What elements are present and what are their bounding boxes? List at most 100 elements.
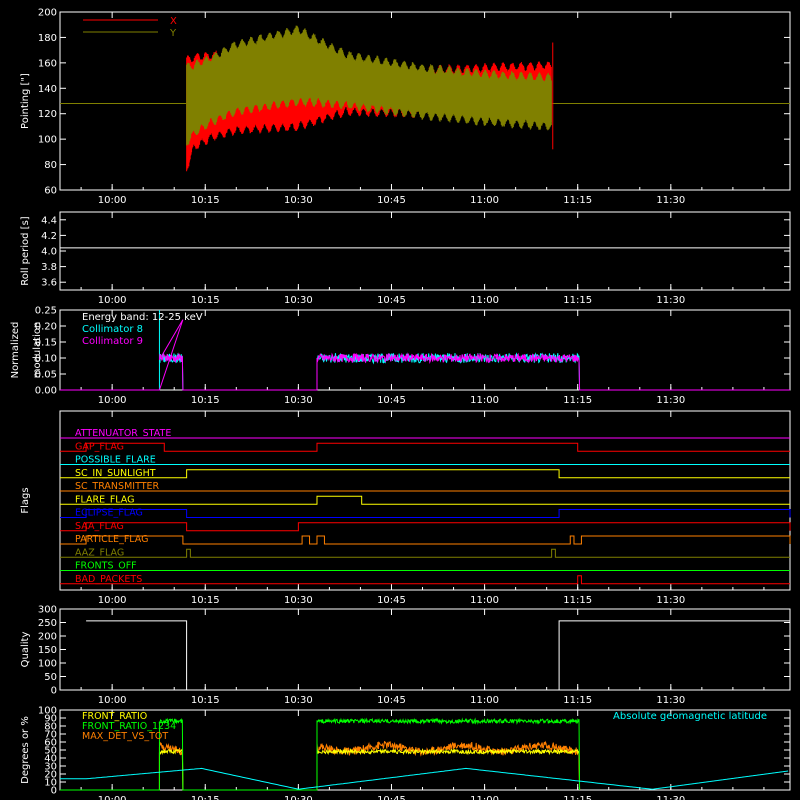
- flag-label-attenuator-state: ATTENUATOR_STATE: [75, 428, 171, 439]
- x-tick-label: 10:15: [191, 395, 220, 406]
- x-tick-label: 10:15: [191, 295, 220, 306]
- flag-label-gap-flag: GAP_FLAG: [75, 441, 124, 452]
- y-axis-label: Degrees or %: [20, 716, 31, 784]
- x-tick-label: 10:45: [377, 795, 406, 800]
- flag-line-bad-packets: [60, 575, 790, 585]
- panel-1: 10:00 10:15 10:30 10:45 11:00 11:15 11:30 Point…: [20, 8, 791, 206]
- y-tick-label: 0.00: [35, 386, 57, 397]
- y-tick-label: 200: [38, 632, 57, 643]
- panel-5: 10:00 10:15 10:30 10:45 11:00 11:15 11:30 Quali…: [20, 605, 791, 706]
- y-tick-label: 160: [38, 58, 57, 69]
- x-tick-label: 11:15: [563, 795, 592, 800]
- x-tick-label: 10:30: [284, 195, 313, 206]
- y-tick-label: 100: [38, 706, 57, 717]
- x-tick-label: 11:30: [656, 395, 685, 406]
- x-tick-label: 10:45: [377, 195, 406, 206]
- quality-line: [86, 620, 790, 691]
- panel-3: 10:00 10:15 10:30 10:45 11:00 11:15 11:30 Norma…: [10, 306, 791, 406]
- x-tick-label: 11:00: [470, 695, 499, 706]
- x-tick-label: 11:30: [656, 595, 685, 606]
- flag-line-flare-flag: [60, 495, 790, 505]
- y-tick-label: 80: [44, 160, 57, 171]
- legend-label-collimator-8: Collimator 8: [82, 324, 143, 335]
- x-tick-label: 10:00: [98, 195, 127, 206]
- x-tick-label: 10:15: [191, 195, 220, 206]
- y-tick-label: 120: [38, 109, 57, 120]
- x-tick-label: 11:15: [563, 295, 592, 306]
- flag-label-aaz-flag: AAZ_FLAG: [75, 547, 124, 558]
- flag-label-particle-flag: PARTICLE_FLAG: [75, 534, 148, 545]
- y-tick-label: 100: [38, 659, 57, 670]
- legend-label-y: Y: [169, 28, 177, 39]
- x-tick-label: 10:30: [284, 695, 313, 706]
- flag-line-saa-flag: [60, 522, 791, 532]
- x-tick-label: 11:00: [470, 395, 499, 406]
- flag-line-eclipse-flag: [60, 509, 791, 518]
- y-tick-label: 200: [38, 8, 57, 19]
- x-tick-label: 10:00: [98, 795, 127, 800]
- flag-label-flare-flag: FLARE_FLAG: [75, 494, 135, 505]
- x-tick-label: 10:45: [377, 695, 406, 706]
- x-tick-label: 10:15: [191, 795, 220, 800]
- x-tick-label: 10:30: [284, 595, 313, 606]
- x-tick-label: 11:00: [470, 795, 499, 800]
- y-tick-label: 100: [38, 135, 57, 146]
- y-tick-label: 3.8: [41, 262, 57, 273]
- x-tick-label: 10:15: [191, 695, 220, 706]
- y-axis-label: Flags: [20, 487, 31, 513]
- flag-line-particle-flag: [60, 535, 791, 545]
- x-tick-label: 11:00: [470, 195, 499, 206]
- y-tick-label: 0: [51, 686, 57, 697]
- y-axis-label-line2: modulation: [32, 322, 43, 379]
- x-tick-label: 10:00: [98, 295, 127, 306]
- flag-label-fronts-off: FRONTS_OFF: [75, 561, 137, 572]
- x-tick-label: 11:30: [656, 195, 685, 206]
- x-tick-label: 11:15: [563, 595, 592, 606]
- flag-label-bad-packets: BAD_PACKETS: [75, 574, 142, 585]
- x-tick-label: 11:30: [656, 695, 685, 706]
- y-tick-label: 4.0: [41, 247, 57, 258]
- flag-label-possible-flare: POSSIBLE_FLARE: [75, 455, 156, 466]
- x-tick-label: 10:00: [98, 695, 127, 706]
- x-tick-label: 11:30: [656, 295, 685, 306]
- y-tick-label: 50: [44, 672, 57, 683]
- x-tick-label: 10:30: [284, 795, 313, 800]
- series-max-det-vs-tot: [60, 740, 581, 791]
- legend-label-geomagnetic-latitude: Absolute geomagnetic latitude: [613, 711, 767, 722]
- y-tick-label: 140: [38, 84, 57, 95]
- flag-line-sc-in-sunlight: [60, 469, 790, 479]
- y-axis-label: Normalized: [10, 322, 21, 379]
- y-tick-label: 4.2: [41, 231, 57, 242]
- panel-2: 10:00 10:15 10:30 10:45 11:00 11:15 11:30 Roll …: [20, 211, 791, 306]
- energy-band-annotation: Energy band: 12-25 keV: [82, 312, 203, 323]
- y-axis-label: Pointing ["]: [20, 73, 31, 129]
- x-tick-label: 10:00: [98, 595, 127, 606]
- y-tick-label: 4.4: [41, 215, 57, 226]
- flag-label-saa-flag: SAA_FLAG: [75, 521, 124, 532]
- x-tick-label: 10:45: [377, 395, 406, 406]
- y-tick-label: 0.25: [35, 306, 57, 317]
- y-tick-label: 180: [38, 33, 57, 44]
- y-tick-label: 250: [38, 618, 57, 629]
- x-tick-label: 10:30: [284, 295, 313, 306]
- x-tick-label: 11:15: [563, 695, 592, 706]
- x-tick-label: 10:15: [191, 595, 220, 606]
- x-tick-label: 11:30: [656, 795, 685, 800]
- y-tick-label: 3.6: [41, 278, 57, 289]
- legend-label-collimator-9: Collimator 9: [82, 336, 143, 347]
- x-tick-label: 11:15: [563, 395, 592, 406]
- y-tick-label: 150: [38, 645, 57, 656]
- y-tick-label: 60: [44, 186, 57, 197]
- legend-label-max-det-vs-tot: MAX_DET_VS_TOT: [82, 731, 168, 742]
- series-front-ratio: [60, 747, 581, 791]
- y-tick-label: 300: [38, 605, 57, 616]
- flag-line-gap-flag: [60, 442, 790, 452]
- flag-line-aaz-flag: [60, 548, 790, 558]
- x-tick-label: 10:45: [377, 295, 406, 306]
- flag-label-sc-transmitter: SC_TRANSMITTER: [75, 481, 160, 492]
- x-tick-label: 11:00: [470, 595, 499, 606]
- panel-4: 10:00 10:15 10:30 10:45 11:00 11:15 11:30 Flags…: [20, 410, 791, 606]
- figure: 10:00 10:15 10:30 10:45 11:00 11:15 11:30 Point…: [10, 8, 791, 800]
- y-axis-label: Quality: [20, 632, 31, 668]
- panel-frame: [59, 211, 791, 291]
